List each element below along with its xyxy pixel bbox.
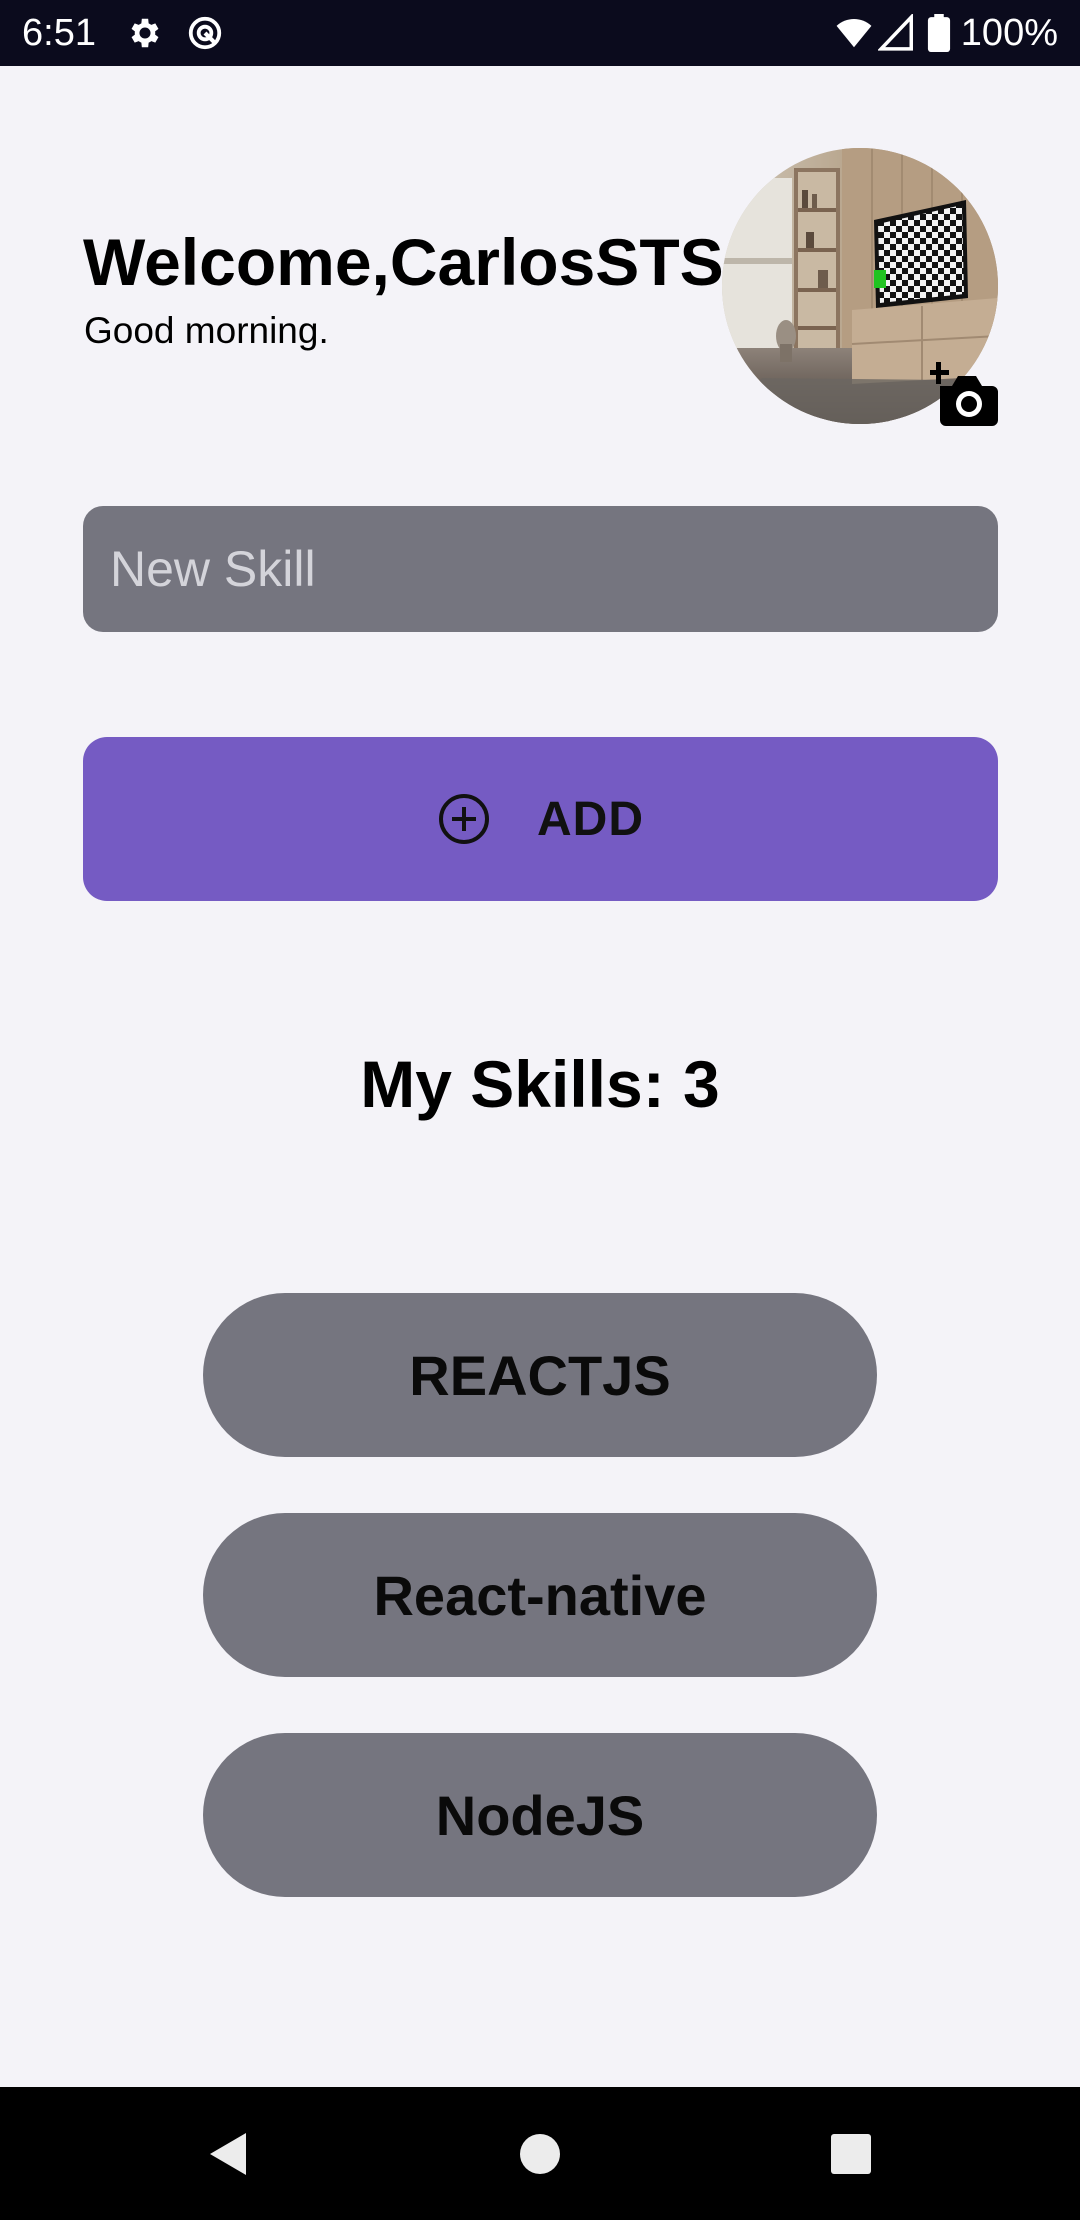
greeting-subtitle: Good morning. bbox=[84, 310, 329, 351]
plus-circle-icon bbox=[439, 794, 489, 844]
settings-icon bbox=[131, 18, 159, 48]
skill-card-label: NodeJS bbox=[435, 1783, 645, 1847]
status-time: 6:51 bbox=[22, 12, 96, 54]
new-skill-input[interactable] bbox=[83, 506, 998, 632]
add-button-label: ADD bbox=[537, 792, 644, 846]
vpn-icon bbox=[188, 16, 222, 50]
skill-card-label: REACTJS bbox=[409, 1343, 671, 1407]
skill-card[interactable]: React-native bbox=[203, 1513, 877, 1677]
cell-signal-icon bbox=[878, 14, 913, 51]
home-icon[interactable] bbox=[515, 2129, 565, 2179]
navigation-bar bbox=[0, 2087, 1080, 2220]
avatar-container[interactable] bbox=[722, 148, 998, 426]
add-photo-icon[interactable] bbox=[930, 362, 1002, 428]
skill-list: REACTJS React-native NodeJS bbox=[203, 1293, 877, 1953]
back-icon[interactable] bbox=[204, 2129, 254, 2179]
wifi-icon bbox=[836, 18, 872, 48]
skill-card[interactable]: NodeJS bbox=[203, 1733, 877, 1897]
skills-count-heading: My Skills: 3 bbox=[360, 1047, 720, 1121]
welcome-title: Welcome,CarlosSTS bbox=[83, 225, 724, 299]
battery-icon bbox=[927, 14, 951, 52]
add-skill-button[interactable]: ADD bbox=[83, 737, 998, 901]
skill-card[interactable]: REACTJS bbox=[203, 1293, 877, 1457]
recents-icon[interactable] bbox=[826, 2129, 876, 2179]
skill-card-label: React-native bbox=[373, 1563, 707, 1627]
status-bar: 6:51 100% bbox=[0, 0, 1080, 66]
battery-percentage: 100% bbox=[960, 12, 1058, 54]
